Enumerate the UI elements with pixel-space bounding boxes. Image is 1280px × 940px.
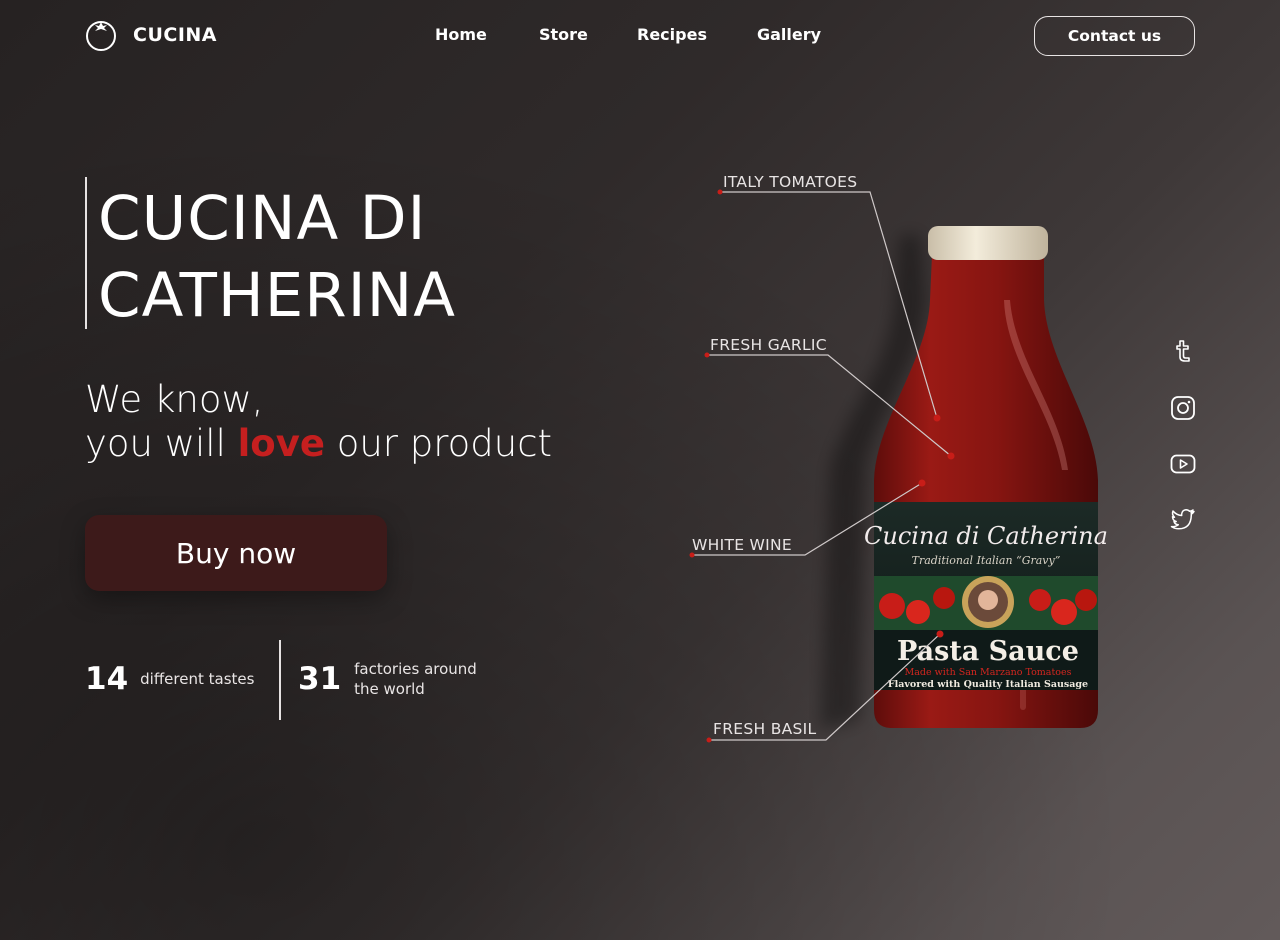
tomato bbox=[933, 587, 955, 609]
bottle-shadow bbox=[820, 235, 926, 730]
page-title: CUCINA DI CATHERINA bbox=[98, 180, 456, 334]
background-vignette bbox=[0, 0, 1280, 940]
nav-home[interactable]: Home bbox=[435, 25, 487, 44]
label-title: Cucina di Catherina bbox=[864, 522, 1108, 550]
tumblr-icon[interactable] bbox=[1170, 338, 1196, 364]
label-name-band bbox=[874, 630, 1098, 690]
twitter-icon[interactable] bbox=[1170, 506, 1196, 532]
product-illustration: Cucina di Catherina Traditional Italian … bbox=[689, 189, 1108, 743]
title-line-1: CUCINA DI bbox=[98, 183, 427, 254]
bottle-highlight bbox=[1004, 300, 1068, 470]
tagline: We know, you will love our product bbox=[85, 378, 552, 466]
nav-recipes[interactable]: Recipes bbox=[637, 25, 707, 44]
label-name: Pasta Sauce bbox=[897, 636, 1079, 667]
bottle-body bbox=[874, 255, 1098, 728]
tagline-emphasis: love bbox=[237, 422, 325, 465]
callout-dots bbox=[689, 189, 955, 743]
buy-now-button[interactable]: Buy now bbox=[85, 515, 387, 591]
brand-name: CUCINA bbox=[133, 24, 217, 46]
bottle-cap bbox=[928, 226, 1048, 260]
stat-number: 31 bbox=[298, 661, 342, 697]
stat-label-line-2: the world bbox=[354, 680, 425, 698]
tomato bbox=[1051, 599, 1077, 625]
callout-line-garlic bbox=[707, 354, 952, 457]
stat-divider bbox=[279, 640, 281, 720]
callout-dot bbox=[717, 189, 723, 195]
title-accent-bar bbox=[85, 177, 87, 329]
label-subtitle: Traditional Italian “Gravy” bbox=[912, 554, 1061, 567]
stat-label: different tastes bbox=[140, 670, 255, 688]
instagram-icon[interactable] bbox=[1170, 395, 1196, 421]
youtube-icon[interactable] bbox=[1170, 451, 1196, 477]
stat-label-line-1: factories around bbox=[354, 660, 477, 678]
label-line-1: Made with San Marzano Tomatoes bbox=[904, 667, 1071, 678]
tomato-icon bbox=[86, 21, 116, 51]
nav-store[interactable]: Store bbox=[539, 25, 588, 44]
tagline-line-1: We know, bbox=[85, 378, 264, 421]
tomato bbox=[1075, 589, 1097, 611]
label-tomato-band bbox=[874, 576, 1098, 630]
callout-dot bbox=[933, 414, 941, 422]
callout-dot bbox=[936, 630, 944, 638]
bottle-label bbox=[874, 502, 1098, 690]
callout-white-wine: WHITE WINE bbox=[692, 536, 793, 554]
tomato bbox=[1029, 589, 1051, 611]
bottle-highlight-2 bbox=[1020, 560, 1026, 710]
tomato bbox=[879, 593, 905, 619]
contact-button[interactable]: Contact us bbox=[1034, 16, 1195, 56]
label-line-2: Flavored with Quality Italian Sausage bbox=[888, 679, 1088, 690]
stat-number: 14 bbox=[85, 661, 129, 697]
brand-logo[interactable]: CUCINA bbox=[84, 18, 217, 52]
title-line-2: CATHERINA bbox=[98, 260, 456, 331]
label-portrait bbox=[968, 582, 1008, 622]
callout-fresh-basil: FRESH BASIL bbox=[713, 720, 817, 738]
label-portrait-frame bbox=[962, 576, 1014, 628]
stat-tastes: 14 different tastes bbox=[85, 661, 254, 697]
callout-italy-tomatoes: ITALY TOMATOES bbox=[723, 173, 858, 191]
nav-gallery[interactable]: Gallery bbox=[757, 25, 821, 44]
callout-dot bbox=[704, 352, 710, 358]
callout-dot bbox=[947, 452, 955, 460]
callout-fresh-garlic: FRESH GARLIC bbox=[710, 336, 827, 354]
callout-line-tomatoes bbox=[720, 191, 938, 419]
portrait-face bbox=[978, 590, 998, 610]
callout-dot bbox=[918, 479, 926, 487]
stat-label: factories around the world bbox=[354, 659, 477, 699]
tomato bbox=[906, 600, 930, 624]
tagline-pre: you will bbox=[85, 422, 238, 465]
callout-lines bbox=[692, 191, 952, 741]
callout-dot bbox=[706, 737, 712, 743]
stat-factories: 31 factories around the world bbox=[298, 659, 477, 699]
tagline-post: our product bbox=[324, 422, 553, 465]
